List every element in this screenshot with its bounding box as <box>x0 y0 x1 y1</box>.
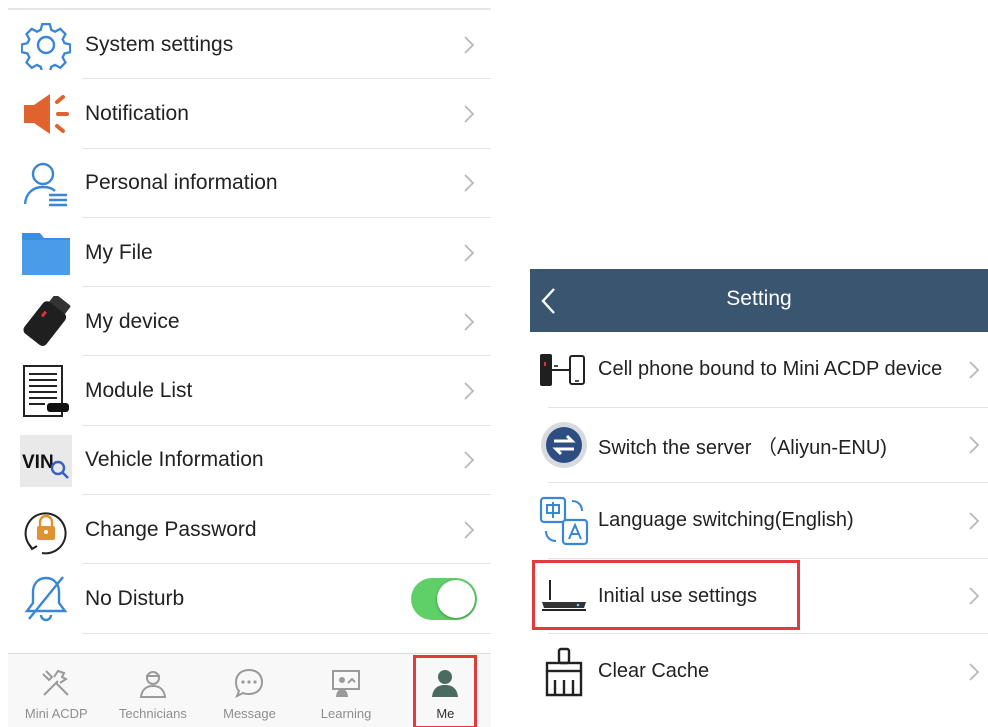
setting-item-label: Cell phone bound to Mini ACDP device <box>598 358 943 381</box>
setting-item-label: Language switching(English) <box>598 509 854 532</box>
person-icon <box>20 158 72 210</box>
menu-item-module-list[interactable]: Module List <box>8 356 491 427</box>
tab-me[interactable]: Me <box>412 654 478 727</box>
chevron-right-icon <box>464 105 475 123</box>
setting-item-switch-server[interactable]: Switch the server （Aliyun-ENU) <box>530 408 988 484</box>
phone-device-icon <box>536 342 592 398</box>
tab-label: Me <box>436 706 455 721</box>
menu-item-change-password[interactable]: Change Password <box>8 495 491 565</box>
chevron-right-icon <box>969 436 980 454</box>
chevron-right-icon <box>464 313 475 331</box>
setting-item-label: Initial use settings <box>598 584 757 607</box>
router-icon <box>536 568 592 624</box>
nav-bar: Setting <box>530 269 988 332</box>
toggle-knob <box>437 580 475 619</box>
speaker-icon <box>20 88 72 140</box>
setting-item-label: Clear Cache <box>598 660 710 683</box>
language-icon <box>536 493 592 549</box>
chat-icon <box>232 666 266 700</box>
setting-item-label: Switch the server （Aliyun-ENU) <box>598 436 887 459</box>
menu-item-notification[interactable]: Notification <box>8 79 491 149</box>
menu-item-label: Vehicle Information <box>85 448 264 472</box>
chevron-right-icon <box>464 521 475 539</box>
chevron-right-icon <box>969 361 980 379</box>
chevron-right-icon <box>969 512 980 530</box>
chevron-right-icon <box>464 36 475 54</box>
tools-icon <box>39 666 73 700</box>
menu-item-system-settings[interactable]: System settings <box>8 10 491 80</box>
setting-item-phone-bound[interactable]: Cell phone bound to Mini ACDP device <box>530 332 988 408</box>
menu-item-label: Change Password <box>85 517 257 541</box>
learning-icon <box>329 666 363 700</box>
no-disturb-toggle[interactable] <box>411 578 477 621</box>
user-icon <box>428 666 462 700</box>
menu-item-label: System settings <box>85 32 234 56</box>
menu-item-label: Personal information <box>85 171 278 195</box>
tab-label: Technicians <box>118 706 187 721</box>
setting-list: Cell phone bound to Mini ACDP device Swi… <box>530 332 988 710</box>
tab-label: Mini ACDP <box>24 706 88 721</box>
device-icon <box>20 296 72 348</box>
menu-item-my-file[interactable]: My File <box>8 218 491 288</box>
lock-icon <box>20 504 72 556</box>
chevron-right-icon <box>969 663 980 681</box>
menu-item-label: Notification <box>85 101 189 125</box>
chevron-right-icon <box>969 587 980 605</box>
vin-search-icon: VIN <box>20 434 72 487</box>
menu-item-label: My device <box>85 309 180 333</box>
technician-icon <box>136 666 170 700</box>
chevron-right-icon <box>464 451 475 470</box>
chevron-right-icon <box>464 243 475 262</box>
tab-label: Message <box>223 706 276 721</box>
menu-item-label: Module List <box>85 379 193 403</box>
tab-bar: Mini ACDP Technicians Message Learning M… <box>8 653 491 727</box>
tab-technicians[interactable]: Technicians <box>105 654 202 727</box>
menu-item-my-device[interactable]: My device <box>8 287 491 357</box>
gear-icon <box>20 19 72 71</box>
tab-mini-acdp[interactable]: Mini ACDP <box>8 654 105 727</box>
me-page: System settings Notification Personal in… <box>8 8 491 727</box>
setting-page: Setting Cell phone bound to Mini ACDP de… <box>530 269 988 727</box>
setting-item-initial-use[interactable]: Initial use settings <box>530 559 988 635</box>
switch-server-icon <box>536 417 592 473</box>
menu-item-label: My File <box>85 240 153 264</box>
chevron-right-icon <box>464 382 475 400</box>
me-menu-list: System settings Notification Personal in… <box>8 10 491 634</box>
tab-message[interactable]: Message <box>201 654 298 727</box>
menu-item-label: No Disturb <box>85 587 185 611</box>
setting-item-clear-cache[interactable]: Clear Cache <box>530 634 988 710</box>
menu-item-vehicle-information[interactable]: VIN Vehicle Information <box>8 426 491 496</box>
page-title: Setting <box>726 287 792 310</box>
folder-icon <box>20 227 72 279</box>
vin-icon-text: VIN <box>22 452 54 473</box>
chevron-right-icon <box>464 174 475 192</box>
tab-label: Learning <box>320 706 372 721</box>
document-icon <box>20 365 72 418</box>
setting-item-language[interactable]: Language switching(English) <box>530 483 988 559</box>
menu-item-personal-information[interactable]: Personal information <box>8 149 491 219</box>
broom-icon <box>536 644 592 700</box>
bell-off-icon <box>20 573 72 625</box>
menu-item-no-disturb: No Disturb <box>8 564 491 634</box>
tab-learning[interactable]: Learning <box>298 654 395 727</box>
